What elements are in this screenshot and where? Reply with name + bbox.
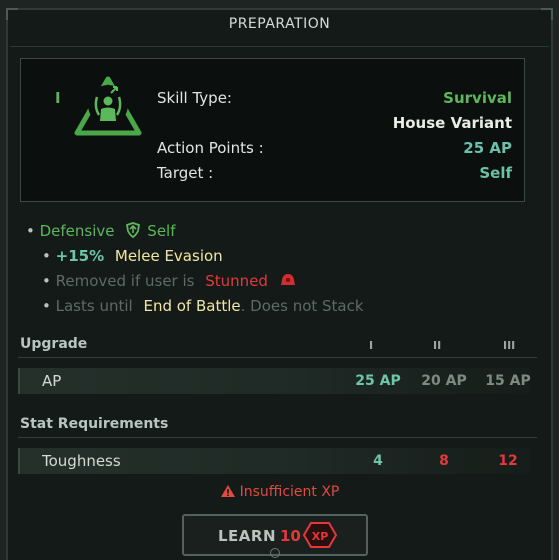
upgrade-ap-label: AP [42, 372, 62, 390]
upgrade-ap-tier-1: 25 AP [355, 373, 401, 389]
skill-type-row: Skill Type: Survival [157, 89, 512, 109]
title-divider [10, 46, 549, 47]
toughness-tier-2: 8 [439, 453, 449, 469]
upgrade-heading: Upgrade [20, 336, 88, 352]
learn-cost: 10 [280, 527, 301, 545]
effect-category: • Defensive Self [26, 222, 176, 240]
upgrade-tier-3: III [503, 339, 516, 352]
effect-removed: • Removed if user is Stunned [42, 272, 297, 292]
skill-type-value: Survival [443, 89, 512, 107]
toughness-tier-1: 4 [373, 453, 383, 469]
action-points-row: Action Points : 25 AP [157, 139, 512, 159]
effect-removed-text: Removed if user is [55, 272, 195, 290]
stunned-icon [280, 274, 295, 285]
warning-icon [220, 485, 235, 497]
variant-row: House Variant [157, 114, 512, 134]
effect-target: Self [147, 222, 176, 240]
survival-skill-icon [74, 76, 142, 136]
effect-removed-status: Stunned [205, 272, 268, 290]
action-points-label: Action Points : [157, 139, 264, 157]
upgrade-ap-row: AP 25 AP 20 AP 15 AP [18, 368, 531, 394]
target-label: Target : [157, 164, 214, 182]
variant-value: House Variant [392, 114, 512, 132]
effect-duration-prefix: Lasts until [55, 297, 133, 315]
effect-category-label: Defensive [39, 222, 115, 240]
toughness-tier-3: 12 [498, 453, 518, 469]
shield-icon [126, 222, 141, 239]
window-title: PREPARATION [228, 16, 331, 32]
effect-bonus-value: +15% [55, 247, 105, 265]
skill-summary-box: I Skill Type: Survival House Variant Act… [20, 58, 525, 202]
xp-icon-label: XP [312, 530, 329, 543]
effect-duration: • Lasts until End of Battle. Does not St… [42, 297, 364, 315]
upgrade-ap-tier-2: 20 AP [421, 373, 467, 389]
effect-bonus: • +15% Melee Evasion [42, 247, 223, 265]
requirement-toughness-label: Toughness [42, 452, 121, 470]
tier-mark: I [55, 89, 61, 107]
requirement-toughness-row: Toughness 4 8 12 [18, 448, 530, 474]
target-value: Self [479, 164, 512, 182]
scroll-indicator[interactable] [270, 548, 280, 558]
xp-icon: XP [302, 522, 338, 548]
requirements-divider [18, 437, 537, 438]
effect-duration-suffix: . Does not Stack [240, 297, 364, 315]
upgrade-tier-2: II [433, 339, 442, 352]
effect-duration-value: End of Battle [143, 297, 241, 315]
skill-type-label: Skill Type: [157, 89, 232, 107]
warning-text: Insufficient XP [239, 484, 340, 500]
upgrade-ap-tier-3: 15 AP [485, 373, 531, 389]
upgrade-tier-1: I [369, 339, 374, 352]
action-points-value: 25 AP [463, 139, 512, 157]
requirements-heading: Stat Requirements [20, 416, 169, 432]
upgrade-divider [18, 357, 537, 358]
insufficient-xp-warning: Insufficient XP [0, 484, 559, 500]
learn-label: LEARN [218, 527, 277, 545]
target-row: Target : Self [157, 164, 512, 184]
effect-bonus-label: Melee Evasion [114, 247, 223, 265]
